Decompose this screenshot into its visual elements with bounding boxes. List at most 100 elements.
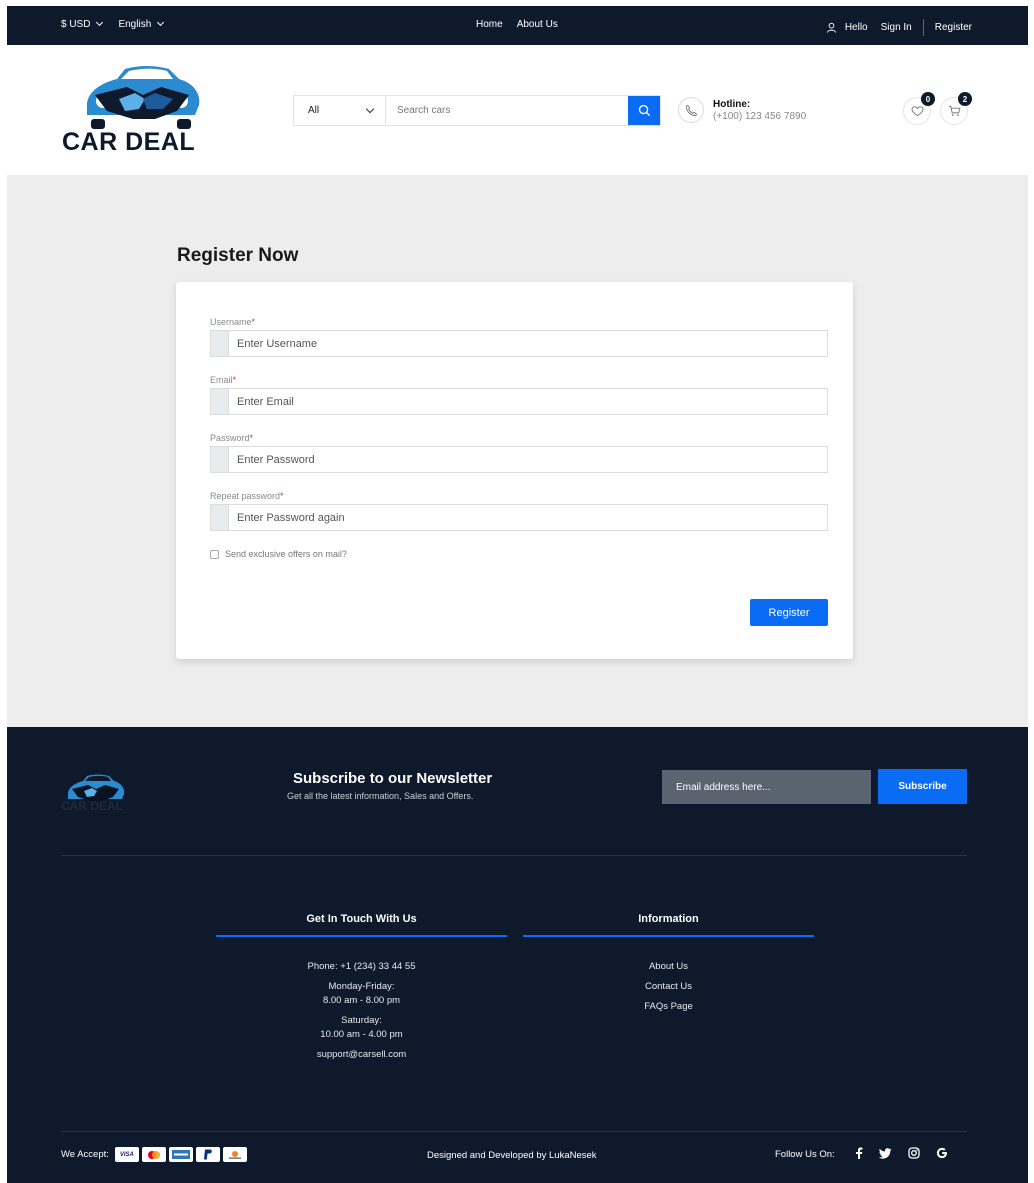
hotline: Hotline: (+100) 123 456 7890 — [678, 97, 806, 123]
chevron-down-icon — [96, 18, 104, 27]
input-addon — [211, 331, 229, 356]
password-field-group: Password* Enter Password — [210, 433, 828, 473]
follow-us-label: Follow Us On: — [775, 1149, 835, 1160]
developer-credit: Designed and Developed by LukaNesek — [427, 1150, 597, 1161]
user-icon — [826, 22, 836, 33]
instagram-icon[interactable] — [908, 1147, 920, 1162]
discover-card-icon — [222, 1147, 247, 1162]
wishlist-count-badge: 0 — [921, 92, 935, 106]
language-selector[interactable]: English — [118, 18, 165, 30]
contact-weekday-hours: 8.00 am - 8.00 pm — [322, 995, 401, 1006]
wishlist-button[interactable]: 0 — [903, 92, 935, 125]
repeat-password-field-group: Repeat password* Enter Password again — [210, 491, 828, 531]
email-placeholder: Enter Email — [237, 395, 294, 408]
register-form: Username* Enter Username Email* Enter Em… — [176, 282, 853, 659]
contact-saturday: Saturday: — [341, 1015, 382, 1026]
we-accept-label: We Accept: — [61, 1149, 109, 1160]
contact-title: Get In Touch With Us — [306, 913, 417, 925]
newsletter-email-placeholder: Email address here... — [676, 781, 771, 793]
top-bar: $ USD English Home About Us Hello Sign I… — [7, 6, 1028, 45]
payment-methods: We Accept: VISA — [61, 1147, 247, 1162]
search-button[interactable] — [628, 96, 660, 125]
nav-home-link[interactable]: Home — [476, 19, 503, 30]
search-placeholder: Search cars — [397, 105, 451, 116]
password-field[interactable]: Enter Password — [210, 446, 828, 473]
repeat-password-field[interactable]: Enter Password again — [210, 504, 828, 531]
input-addon — [211, 505, 229, 530]
search-icon — [638, 104, 650, 117]
password-placeholder: Enter Password — [237, 453, 315, 466]
chevron-down-icon — [157, 18, 165, 27]
contact-weekdays: Monday-Friday: — [328, 981, 395, 992]
car-handshake-logo-icon — [68, 774, 125, 801]
mastercard-card-icon — [141, 1147, 166, 1162]
repeat-password-placeholder: Enter Password again — [237, 511, 345, 524]
heart-icon — [911, 106, 923, 117]
sign-in-link[interactable]: Sign In — [881, 22, 912, 33]
contact-email[interactable]: support@carsell.com — [216, 1048, 507, 1062]
main-content: Register Now Username* Enter Username Em… — [7, 175, 1028, 727]
email-label: Email* — [210, 375, 237, 385]
google-icon[interactable] — [936, 1147, 948, 1162]
hotline-number: (+100) 123 456 7890 — [713, 110, 807, 122]
footer-link-about[interactable]: About Us — [523, 960, 814, 974]
offers-checkbox-row[interactable]: Send exclusive offers on mail? — [210, 549, 347, 559]
information-title: Information — [638, 913, 699, 925]
username-field-group: Username* Enter Username — [210, 317, 828, 357]
facebook-icon[interactable] — [855, 1147, 863, 1162]
site-logo[interactable]: CAR DEAL — [62, 65, 212, 157]
search-input[interactable]: Search cars — [386, 96, 628, 125]
logo-text: CAR DEAL — [62, 128, 196, 156]
cart-count-badge: 2 — [958, 92, 972, 106]
nav-about-link[interactable]: About Us — [517, 19, 558, 30]
subscribe-button[interactable]: Subscribe — [878, 769, 967, 804]
footer-link-faqs[interactable]: FAQs Page — [523, 1000, 814, 1014]
twitter-icon[interactable] — [878, 1147, 892, 1162]
username-field[interactable]: Enter Username — [210, 330, 828, 357]
contact-column: Get In Touch With Us Phone: +1 (234) 33 … — [216, 913, 507, 1066]
offers-checkbox[interactable] — [210, 549, 219, 559]
site-header: CAR DEAL All Search cars Hotline: (+100)… — [7, 45, 1028, 175]
email-field-group: Email* Enter Email — [210, 375, 828, 415]
repeat-password-label: Repeat password* — [210, 491, 284, 501]
footer-link-contact[interactable]: Contact Us — [523, 980, 814, 994]
social-links: Follow Us On: — [775, 1147, 948, 1162]
search-category-select[interactable]: All — [294, 96, 386, 125]
email-field[interactable]: Enter Email — [210, 388, 828, 415]
visa-card-icon: VISA — [114, 1147, 139, 1162]
footer-logo[interactable]: CAR DEAL — [61, 774, 133, 816]
amex-card-icon — [168, 1147, 193, 1162]
cart-button[interactable]: 2 — [940, 92, 972, 125]
site-footer: CAR DEAL Subscribe to our Newsletter Get… — [7, 727, 1028, 1183]
username-placeholder: Enter Username — [237, 337, 318, 350]
paypal-card-icon — [195, 1147, 220, 1162]
underline — [523, 935, 814, 937]
username-label: Username* — [210, 317, 256, 327]
password-label: Password* — [210, 433, 254, 443]
newsletter-email-input[interactable]: Email address here... — [662, 770, 871, 804]
input-addon — [211, 389, 229, 414]
language-label: English — [118, 19, 152, 30]
hotline-title: Hotline: — [713, 98, 751, 110]
page-title: Register Now — [177, 245, 299, 266]
offers-checkbox-label: Send exclusive offers on mail? — [225, 549, 347, 559]
car-handshake-logo-icon — [87, 66, 200, 129]
divider — [922, 19, 924, 36]
cart-icon — [948, 105, 960, 116]
currency-label: $ USD — [61, 19, 91, 30]
currency-selector[interactable]: $ USD — [61, 18, 104, 30]
greeting-text: Hello — [844, 22, 868, 33]
newsletter-title: Subscribe to our Newsletter — [293, 770, 493, 787]
underline — [216, 935, 507, 937]
footer-logo-text: CAR DEAL — [61, 799, 123, 813]
chevron-down-icon — [365, 104, 375, 113]
contact-phone: Phone: +1 (234) 33 44 55 — [307, 961, 416, 972]
register-link[interactable]: Register — [935, 22, 972, 33]
divider — [61, 1131, 967, 1132]
search-category-value: All — [308, 105, 320, 116]
search-bar: All Search cars — [293, 95, 661, 126]
contact-saturday-hours: 10.00 am - 4.00 pm — [320, 1029, 403, 1040]
input-addon — [211, 447, 229, 472]
register-button[interactable]: Register — [750, 599, 828, 626]
information-column: Information About Us Contact Us FAQs Pag… — [523, 913, 814, 1020]
